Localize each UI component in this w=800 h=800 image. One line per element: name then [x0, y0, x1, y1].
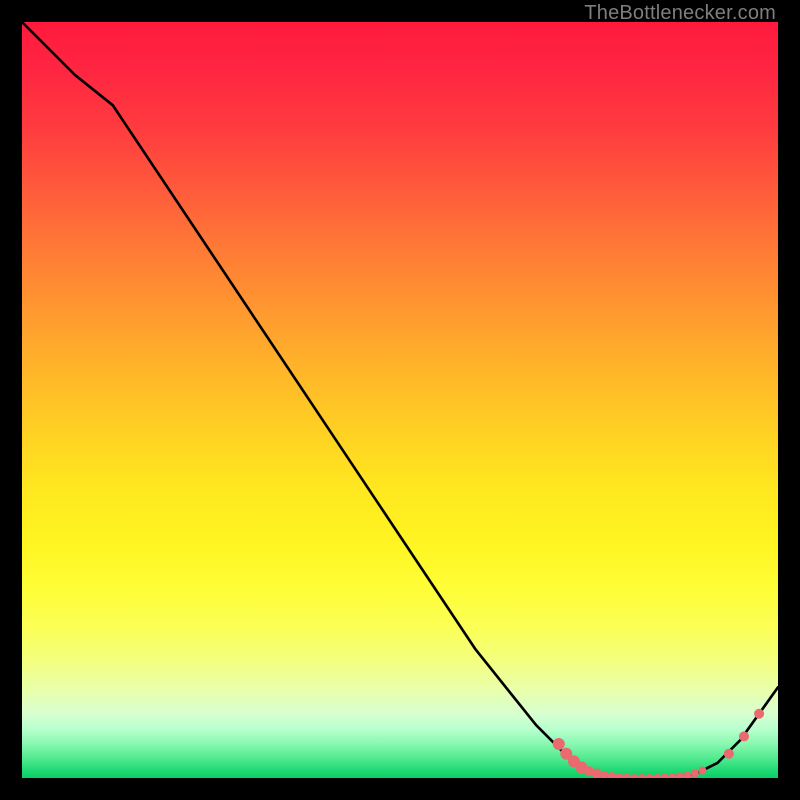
marker-group	[553, 709, 764, 778]
data-marker	[553, 738, 565, 750]
plot-area	[22, 22, 778, 778]
data-marker	[668, 773, 676, 778]
chart-stage: TheBottlenecker.com	[0, 0, 800, 800]
data-marker	[739, 731, 749, 741]
data-marker	[653, 774, 661, 778]
bottleneck-curve	[22, 22, 778, 778]
data-marker	[691, 769, 699, 777]
data-marker	[615, 773, 623, 778]
curve-layer	[22, 22, 778, 778]
data-marker	[724, 749, 734, 759]
data-marker	[698, 766, 706, 774]
data-marker	[754, 709, 764, 719]
data-marker	[645, 774, 653, 778]
data-marker	[592, 768, 602, 778]
data-marker	[676, 772, 684, 778]
data-marker	[630, 774, 638, 778]
data-marker	[661, 774, 669, 778]
data-marker	[608, 772, 616, 778]
data-marker	[683, 771, 691, 778]
data-marker	[638, 774, 646, 778]
data-marker	[623, 774, 631, 778]
